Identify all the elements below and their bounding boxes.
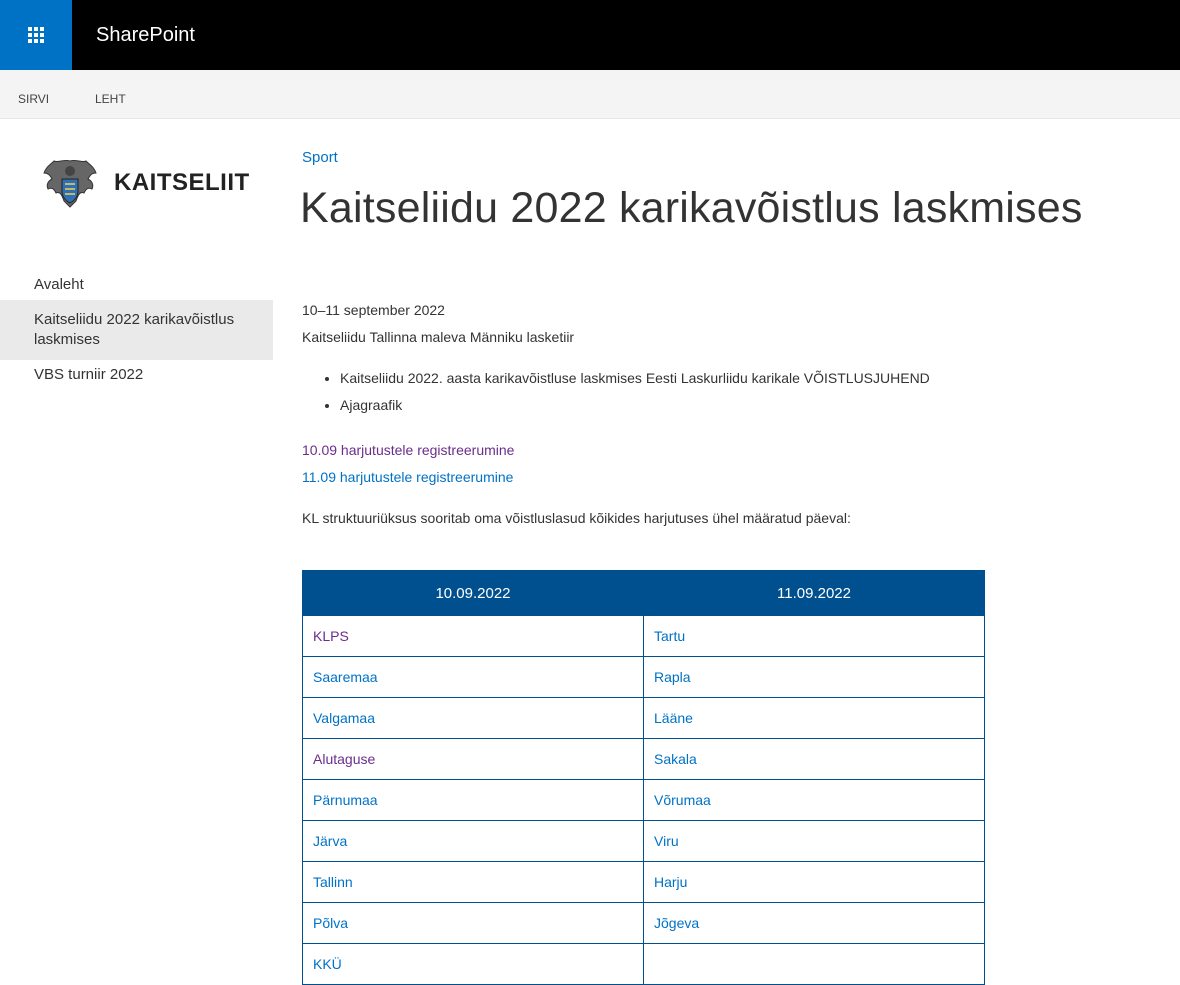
app-title[interactable]: SharePoint: [96, 0, 195, 70]
app-launcher-button[interactable]: [0, 0, 72, 70]
registration-link-11-09[interactable]: 11.09 harjutustele registreerumine: [302, 464, 1102, 491]
schedule-table: 10.09.2022 11.09.2022 KLPS Tartu Saarema…: [302, 570, 985, 985]
column-header-day2: 11.09.2022: [643, 570, 985, 616]
nav-item-home[interactable]: Avaleht: [0, 270, 273, 300]
site-logo[interactable]: KAITSELIIT: [38, 148, 258, 218]
unit-link[interactable]: Harju: [643, 861, 985, 903]
logo-text: KAITSELIIT: [114, 169, 250, 196]
ribbon: SIRVI LEHT: [0, 70, 1180, 119]
unit-link[interactable]: Valgamaa: [302, 697, 644, 739]
unit-link[interactable]: Tallinn: [302, 861, 644, 903]
unit-link[interactable]: Saaremaa: [302, 656, 644, 698]
unit-link[interactable]: KKÜ: [302, 943, 644, 985]
table-row: Tallinn Harju: [302, 861, 985, 903]
schedule-intro: KL struktuuriüksus sooritab oma võistlus…: [302, 510, 851, 526]
empty-cell: [643, 943, 985, 985]
unit-link[interactable]: Pärnumaa: [302, 779, 644, 821]
table-row: Põlva Jõgeva: [302, 902, 985, 944]
nav-item-vbs-tournament[interactable]: VBS turniir 2022: [0, 360, 273, 390]
ribbon-tab-page[interactable]: LEHT: [95, 70, 126, 118]
table-header-row: 10.09.2022 11.09.2022: [302, 570, 985, 616]
page-title: Kaitseliidu 2022 karikavõistlus laskmise…: [300, 184, 1083, 232]
schedule-link[interactable]: Ajagraafik: [340, 392, 1102, 419]
unit-link[interactable]: Alutaguse: [302, 738, 644, 780]
nav-item-current-page[interactable]: Kaitseliidu 2022 karikavõistlus laskmise…: [0, 300, 273, 360]
competition-rules-link[interactable]: Kaitseliidu 2022. aasta karikavõistluse …: [340, 365, 1102, 392]
unit-link[interactable]: KLPS: [302, 615, 644, 657]
document-list: Kaitseliidu 2022. aasta karikavõistluse …: [302, 365, 1102, 419]
table-row: KLPS Tartu: [302, 615, 985, 657]
unit-link[interactable]: Tartu: [643, 615, 985, 657]
table-row: Saaremaa Rapla: [302, 656, 985, 698]
unit-link[interactable]: Viru: [643, 820, 985, 862]
unit-link[interactable]: Lääne: [643, 697, 985, 739]
table-row: Järva Viru: [302, 820, 985, 862]
unit-link[interactable]: Rapla: [643, 656, 985, 698]
unit-link[interactable]: Järva: [302, 820, 644, 862]
table-row: Valgamaa Lääne: [302, 697, 985, 739]
unit-link[interactable]: Jõgeva: [643, 902, 985, 944]
suite-bar: SharePoint: [0, 0, 1180, 70]
unit-link[interactable]: Põlva: [302, 902, 644, 944]
eagle-emblem-icon: [43, 159, 97, 208]
breadcrumb-site-link[interactable]: Sport: [302, 149, 338, 166]
unit-link[interactable]: Sakala: [643, 738, 985, 780]
registration-link-10-09[interactable]: 10.09 harjutustele registreerumine: [302, 437, 1102, 464]
page-content: 10–11 september 2022 Kaitseliidu Tallinn…: [302, 297, 1102, 552]
event-venue: Kaitseliidu Tallinna maleva Männiku lask…: [302, 329, 575, 345]
ribbon-tab-browse[interactable]: SIRVI: [18, 70, 49, 118]
table-row: KKÜ: [302, 943, 985, 985]
table-row: Alutaguse Sakala: [302, 738, 985, 780]
column-header-day1: 10.09.2022: [302, 570, 644, 616]
table-row: Pärnumaa Võrumaa: [302, 779, 985, 821]
unit-link[interactable]: Võrumaa: [643, 779, 985, 821]
left-navigation: Avaleht Kaitseliidu 2022 karikavõistlus …: [0, 270, 273, 390]
event-date: 10–11 september 2022: [302, 302, 445, 318]
waffle-icon: [28, 27, 44, 43]
